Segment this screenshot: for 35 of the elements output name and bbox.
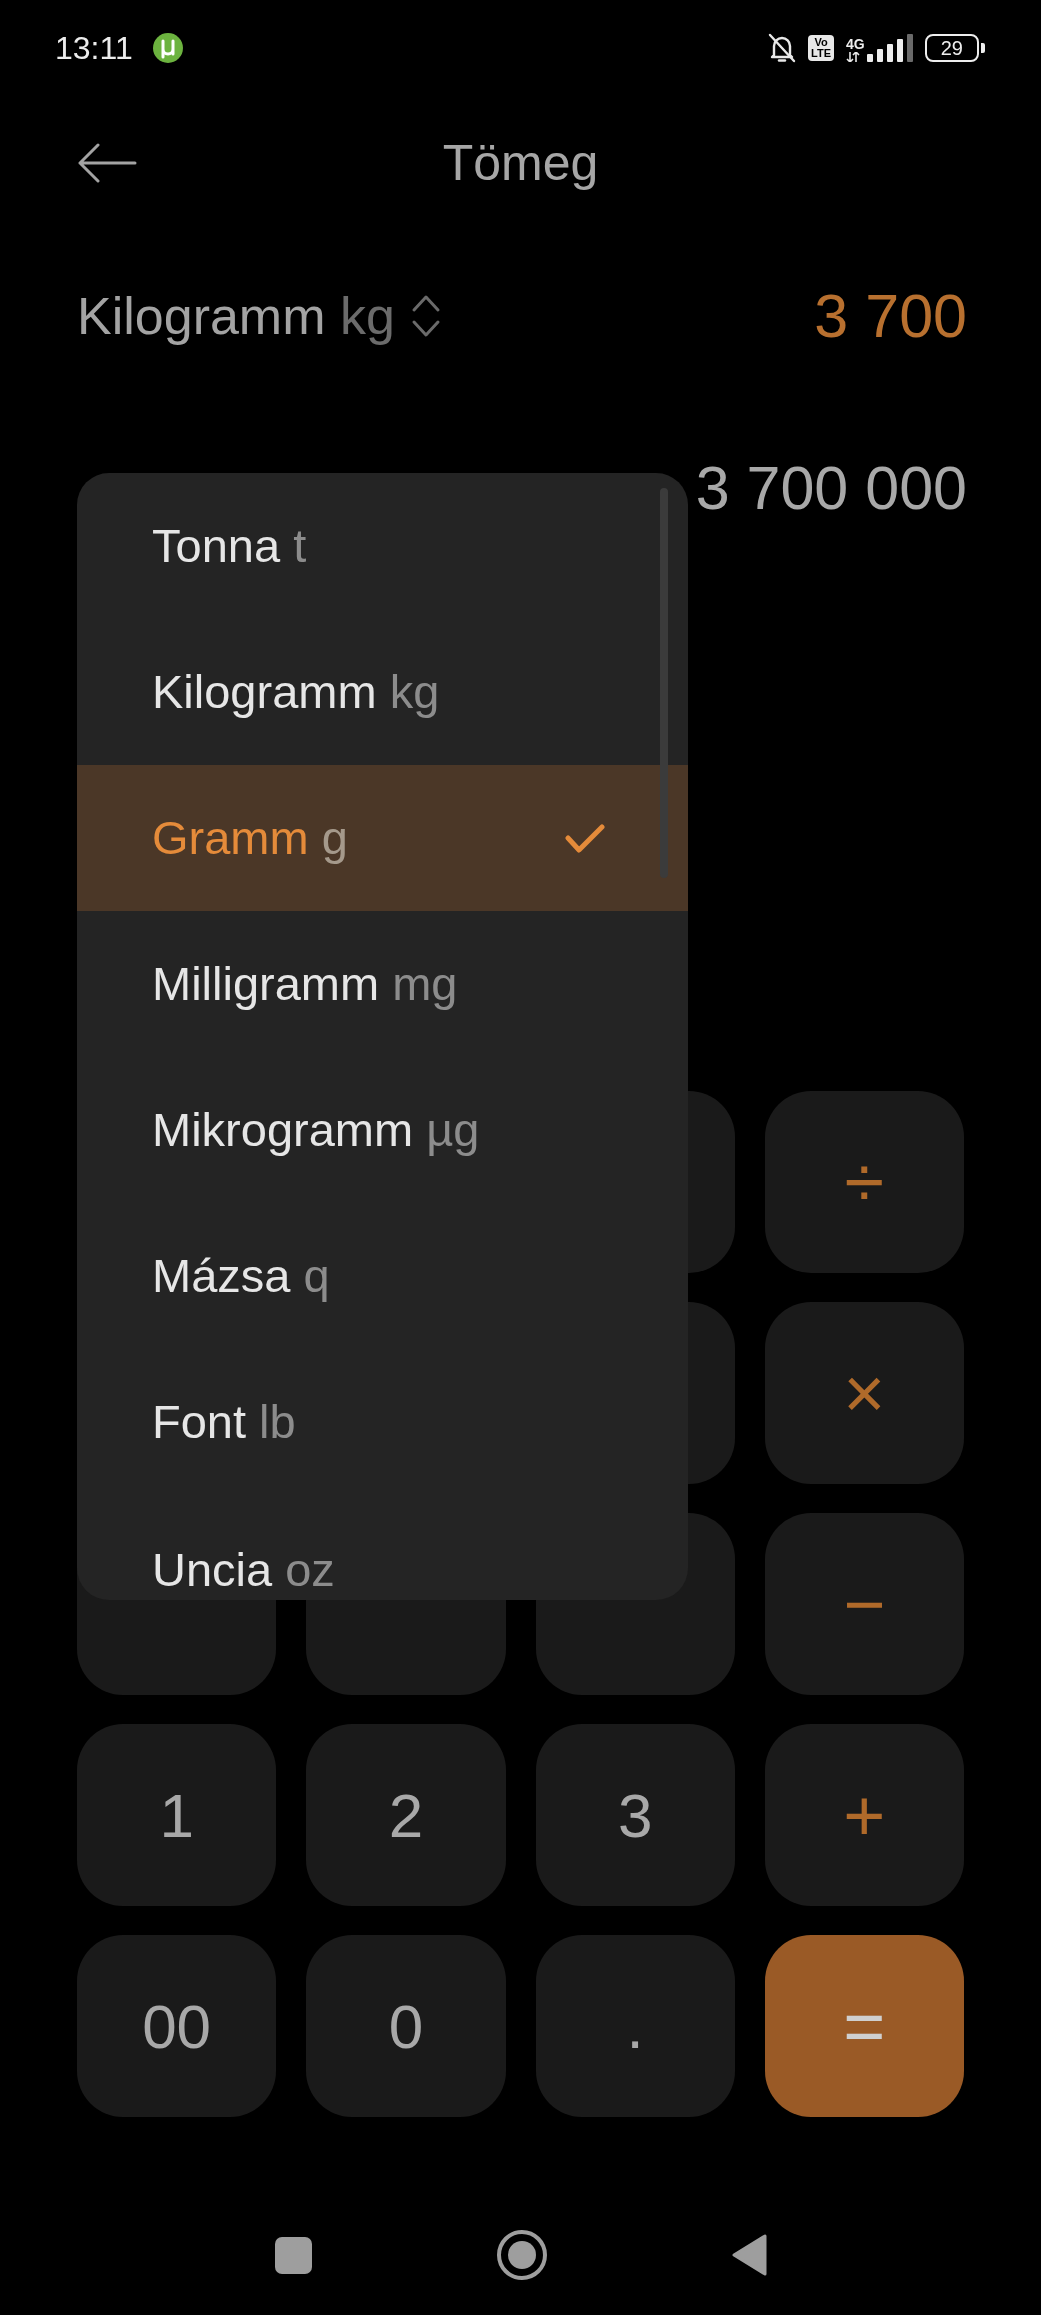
unit-option[interactable]: Tonna t bbox=[77, 473, 688, 619]
volte-badge: Vo LTE bbox=[808, 35, 835, 61]
app-notification-icon bbox=[152, 33, 183, 63]
unit-option[interactable]: Milligramm mg bbox=[77, 911, 688, 1057]
unit-option[interactable]: Gramm g bbox=[77, 765, 688, 911]
keypad-key[interactable]: × bbox=[764, 1302, 964, 1484]
back-arrow-icon[interactable] bbox=[77, 143, 137, 183]
keypad-key[interactable]: 0 bbox=[306, 1935, 506, 2117]
screen-title: Tömeg bbox=[442, 134, 599, 192]
unit-option[interactable]: Kilogramm kg bbox=[77, 619, 688, 765]
unit-option[interactable]: Mázsa q bbox=[77, 1203, 688, 1349]
unit-selector[interactable]: Kilogramm kg bbox=[77, 286, 441, 346]
signal-bars-icon bbox=[866, 34, 913, 62]
keypad-key[interactable]: ÷ bbox=[764, 1091, 964, 1273]
keypad-key[interactable]: . bbox=[535, 1935, 735, 2117]
battery-indicator: 29 bbox=[924, 34, 985, 62]
data-arrows-icon bbox=[846, 52, 861, 62]
home-icon[interactable] bbox=[496, 2230, 547, 2280]
unit-option[interactable]: Uncia oz bbox=[77, 1495, 688, 1600]
unit-option[interactable]: Mikrogramm µg bbox=[77, 1057, 688, 1203]
network-type-label: 4G bbox=[846, 37, 865, 51]
keypad-key[interactable]: 3 bbox=[535, 1724, 735, 1906]
keypad-key[interactable]: 1 bbox=[77, 1724, 277, 1906]
check-icon bbox=[565, 822, 605, 854]
back-icon[interactable] bbox=[731, 2234, 767, 2276]
keypad-key[interactable]: 2 bbox=[306, 1724, 506, 1906]
conversion-value: 3 700 000 bbox=[695, 453, 967, 523]
bell-muted-icon bbox=[768, 33, 797, 63]
keypad-key[interactable]: − bbox=[764, 1513, 964, 1695]
unit-option[interactable]: Font lb bbox=[77, 1349, 688, 1495]
keypad-key[interactable]: 00 bbox=[77, 1935, 277, 2117]
keypad-key[interactable]: + bbox=[764, 1724, 964, 1906]
status-time: 13:11 bbox=[55, 29, 133, 67]
square-icon[interactable] bbox=[274, 2236, 312, 2274]
conversion-value: 3 700 bbox=[814, 281, 967, 351]
